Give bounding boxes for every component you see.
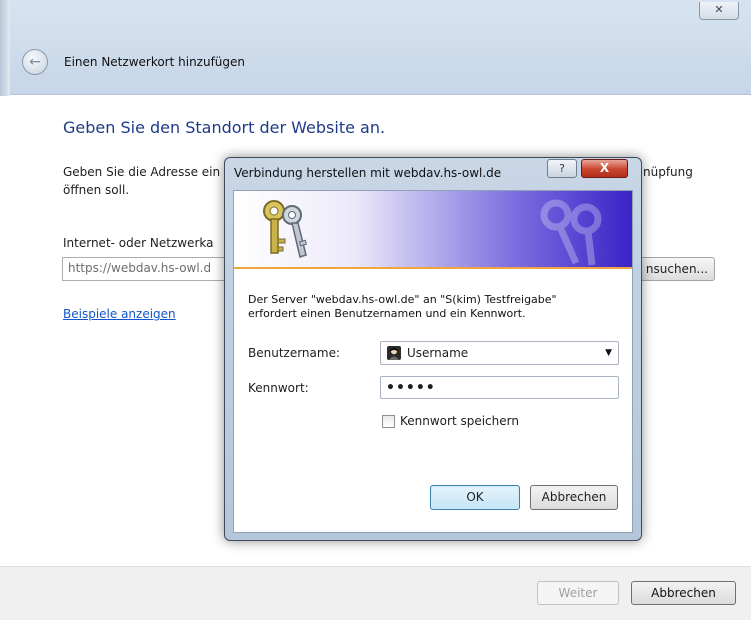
password-field[interactable]: ••••• (380, 376, 619, 399)
page-heading: Geben Sie den Standort der Website an. (63, 118, 386, 137)
chevron-down-icon[interactable]: ▼ (605, 348, 612, 358)
wizard-footer: Weiter Abbrechen (0, 566, 751, 620)
username-value: Username (407, 346, 469, 360)
password-label: Kennwort: (248, 381, 309, 395)
examples-link[interactable]: Beispiele anzeigen (63, 307, 176, 321)
server-message-line1: Der Server "webdav.hs-owl.de" an "S(kim)… (248, 293, 557, 306)
ok-button[interactable]: OK (430, 485, 520, 510)
keys-icon (263, 200, 308, 258)
help-icon[interactable]: ? (547, 159, 577, 178)
username-label: Benutzername: (248, 346, 341, 360)
back-arrow-icon[interactable]: ← (22, 49, 48, 75)
cancel-button[interactable]: Abbrechen (530, 485, 618, 510)
address-label: Internet- oder Netzwerka (63, 236, 214, 250)
keys-banner (234, 191, 632, 269)
close-icon[interactable]: ✕ (699, 2, 739, 20)
wizard-title: Einen Netzwerkort hinzufügen (64, 55, 246, 69)
server-message-line2: erfordert einen Benutzernamen und ein Ke… (248, 307, 526, 320)
server-message: Der Server "webdav.hs-owl.de" an "S(kim)… (248, 293, 628, 321)
description-line1-end: nüpfung (643, 165, 693, 179)
next-button[interactable]: Weiter (537, 581, 619, 605)
remember-password-label[interactable]: Kennwort speichern (400, 414, 519, 428)
credentials-dialog: Verbindung herstellen mit webdav.hs-owl.… (224, 157, 642, 541)
remember-password-checkbox[interactable] (382, 415, 395, 428)
description-line2: öffnen soll. (63, 183, 130, 197)
keys-watermark-icon (540, 199, 602, 266)
username-combobox[interactable]: Username ▼ (380, 341, 619, 365)
user-avatar-icon (387, 346, 401, 360)
description-line1: Geben Sie die Adresse ein (63, 165, 221, 179)
wizard-header: ✕ ← Einen Netzwerkort hinzufügen (0, 0, 751, 95)
close-icon[interactable]: X (581, 159, 628, 178)
dialog-title: Verbindung herstellen mit webdav.hs-owl.… (234, 166, 502, 180)
dialog-content: Der Server "webdav.hs-owl.de" an "S(kim)… (233, 190, 633, 533)
cancel-button[interactable]: Abbrechen (631, 581, 736, 605)
